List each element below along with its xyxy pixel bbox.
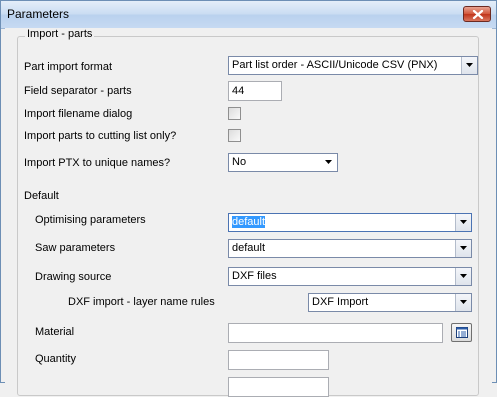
chevron-down-icon <box>466 63 473 67</box>
default-section-heading: Default <box>24 190 59 202</box>
optimising-parameters-label: Optimising parameters <box>35 214 146 226</box>
part-import-format-value: Part list order - ASCII/Unicode CSV (PNX… <box>232 59 438 71</box>
material-label: Material <box>35 326 75 338</box>
title-bar[interactable]: Parameters <box>1 1 496 29</box>
dropdown-button[interactable] <box>455 268 471 285</box>
dropdown-button[interactable] <box>455 240 471 257</box>
parameters-dialog: Parameters Import - parts Part import fo… <box>0 0 497 397</box>
dropdown-button[interactable] <box>455 214 471 231</box>
quantity-label: Quantity <box>35 353 76 365</box>
list-browse-icon <box>456 327 468 338</box>
group-caption: Import - parts <box>25 28 95 40</box>
saw-parameters-label: Saw parameters <box>35 242 116 254</box>
import-to-cutting-list-label: Import parts to cutting list only? <box>24 130 177 142</box>
chevron-down-icon <box>460 246 467 250</box>
part-import-format-label: Part import format <box>24 61 113 73</box>
window-title: Parameters <box>7 7 70 21</box>
field-separator-value: 44 <box>232 85 245 97</box>
import-filename-dialog-checkbox[interactable] <box>228 107 241 120</box>
import-filename-dialog-label: Import filename dialog <box>24 108 133 120</box>
next-row-input[interactable] <box>228 377 329 397</box>
saw-parameters-value: default <box>232 242 266 254</box>
dropdown-button[interactable] <box>455 294 471 311</box>
import-ptx-unique-value: No <box>232 156 247 168</box>
material-input[interactable] <box>228 323 443 343</box>
dialog-content: Import - parts Part import format Part l… <box>5 28 492 397</box>
quantity-input[interactable] <box>228 350 329 370</box>
drawing-source-value: DXF files <box>232 270 277 282</box>
dropdown-button[interactable] <box>321 154 337 171</box>
dxf-layer-rules-select[interactable]: DXF Import <box>308 293 472 312</box>
chevron-down-icon <box>460 220 467 224</box>
chevron-down-icon <box>460 274 467 278</box>
optimising-parameters-select[interactable]: default <box>228 213 472 232</box>
import-ptx-unique-label: Import PTX to unique names? <box>24 157 171 169</box>
drawing-source-label: Drawing source <box>35 271 112 283</box>
material-browse-button[interactable] <box>451 323 472 342</box>
dxf-layer-rules-value: DXF Import <box>312 296 369 308</box>
import-to-cutting-list-checkbox[interactable] <box>228 129 241 142</box>
field-separator-label: Field separator - parts <box>24 85 132 97</box>
close-icon <box>472 10 484 19</box>
dropdown-button[interactable] <box>461 57 477 74</box>
dxf-layer-rules-label: DXF import - layer name rules <box>68 296 215 308</box>
saw-parameters-select[interactable]: default <box>228 239 472 258</box>
chevron-down-icon <box>325 160 332 164</box>
import-ptx-unique-select[interactable]: No <box>228 153 338 172</box>
optimising-parameters-value: default <box>232 216 266 228</box>
chevron-down-icon <box>460 300 467 304</box>
close-button[interactable] <box>463 6 491 22</box>
drawing-source-select[interactable]: DXF files <box>228 267 472 286</box>
part-import-format-select[interactable]: Part list order - ASCII/Unicode CSV (PNX… <box>228 56 478 75</box>
field-separator-input[interactable]: 44 <box>228 81 282 101</box>
